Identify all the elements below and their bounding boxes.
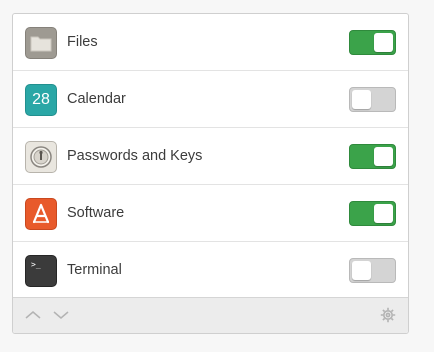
toggle-knob [374, 147, 393, 166]
list-item-files[interactable]: Files [13, 14, 408, 71]
toggle-knob [352, 261, 371, 280]
calendar-toggle[interactable] [349, 87, 396, 112]
gear-icon [380, 307, 396, 323]
files-toggle[interactable] [349, 30, 396, 55]
app-name-label: Files [67, 34, 98, 50]
app-name-label: Software [67, 205, 125, 221]
terminal-icon: >_ [25, 255, 57, 287]
terminal-prompt-text: >_ [31, 260, 41, 269]
settings-button[interactable] [378, 306, 398, 324]
chevron-up-icon [25, 311, 41, 319]
calendar-icon: 28 [25, 84, 57, 116]
toggle-knob [352, 90, 371, 109]
app-list-panel: Files 28 Calendar Passwords and Keys Sof… [12, 13, 409, 334]
app-name-label: Calendar [67, 91, 126, 107]
calendar-day-text: 28 [32, 91, 50, 108]
move-down-button[interactable] [51, 306, 71, 324]
software-toggle[interactable] [349, 201, 396, 226]
move-up-button[interactable] [23, 306, 43, 324]
passwords-and-keys-toggle[interactable] [349, 144, 396, 169]
software-store-icon [25, 198, 57, 230]
list-item-software[interactable]: Software [13, 185, 408, 242]
app-name-label: Terminal [67, 262, 122, 278]
list-item-terminal[interactable]: >_ Terminal [13, 242, 408, 299]
terminal-toggle[interactable] [349, 258, 396, 283]
list-item-passwords-and-keys[interactable]: Passwords and Keys [13, 128, 408, 185]
app-list: Files 28 Calendar Passwords and Keys Sof… [13, 14, 408, 299]
chevron-down-icon [53, 311, 69, 319]
toggle-knob [374, 204, 393, 223]
list-item-calendar[interactable]: 28 Calendar [13, 71, 408, 128]
list-footer-toolbar [13, 297, 408, 333]
files-folder-icon [25, 27, 57, 59]
app-name-label: Passwords and Keys [67, 148, 203, 164]
passwords-keys-icon [25, 141, 57, 173]
toggle-knob [374, 33, 393, 52]
